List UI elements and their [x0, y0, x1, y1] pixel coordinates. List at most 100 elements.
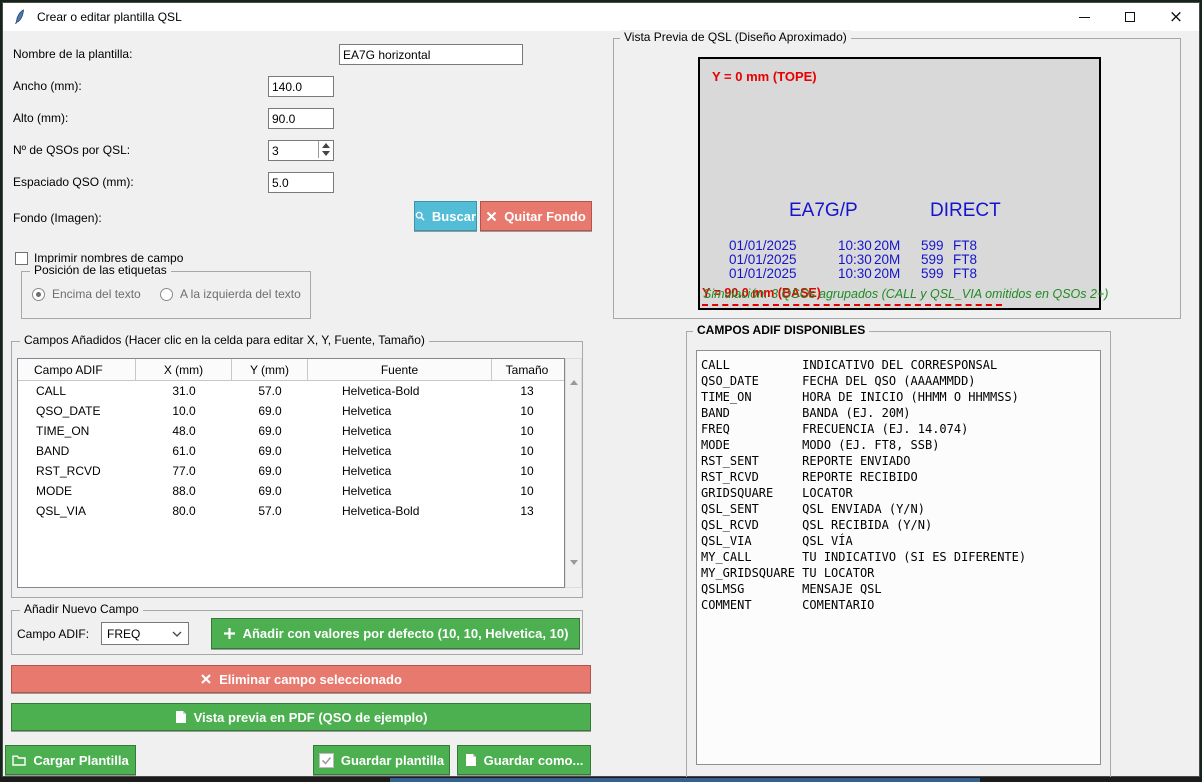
- add-default-values-button-label: Añadir con valores por defecto (10, 10, …: [243, 626, 569, 641]
- qsl-preview-canvas: Y = 0 mm (TOPE) EA7G/P DIRECT 01/01/2025…: [698, 57, 1101, 310]
- pdf-preview-button[interactable]: Vista previa en PDF (QSO de ejemplo): [11, 703, 591, 731]
- pdf-preview-button-label: Vista previa en PDF (QSO de ejemplo): [194, 710, 428, 725]
- load-template-button[interactable]: Cargar Plantilla: [5, 745, 136, 775]
- save-template-button-label: Guardar plantilla: [341, 753, 444, 768]
- qso-band: 20M: [874, 266, 900, 281]
- list-item[interactable]: FREQ FRECUENCIA (EJ. 14.074): [701, 421, 1096, 437]
- template-name-input[interactable]: [339, 44, 523, 65]
- check-square-icon: [319, 753, 334, 768]
- table-row[interactable]: TIME_ON48.069.0Helvetica10: [18, 421, 564, 441]
- qsl-preview-group-label: Vista Previa de QSL (Diseño Aproximado): [620, 30, 851, 44]
- added-fields-group-label: Campos Añadidos (Hacer clic en la celda …: [20, 333, 429, 347]
- delete-selected-field-button[interactable]: Eliminar campo seleccionado: [11, 665, 591, 693]
- list-item[interactable]: MY_CALL TU INDICATIVO (SI ES DIFERENTE): [701, 549, 1096, 565]
- buscar-button[interactable]: Buscar: [414, 201, 477, 231]
- scroll-down-button[interactable]: [570, 565, 578, 583]
- list-item[interactable]: BAND BANDA (EJ. 20M): [701, 405, 1096, 421]
- minimize-button[interactable]: [1061, 3, 1107, 31]
- add-default-values-button[interactable]: Añadir con valores por defecto (10, 10, …: [211, 618, 580, 649]
- qso-date: 01/01/2025: [729, 252, 797, 267]
- qso-date: 01/01/2025: [729, 266, 797, 281]
- folder-icon: [12, 754, 26, 766]
- titlebar[interactable]: Crear o editar plantilla QSL ×: [3, 3, 1199, 31]
- quitar-fondo-button-label: Quitar Fondo: [504, 209, 586, 224]
- list-item[interactable]: RST_SENT REPORTE ENVIADO: [701, 453, 1096, 469]
- delete-selected-field-button-label: Eliminar campo seleccionado: [219, 672, 402, 687]
- list-item[interactable]: QSLMSG MENSAJE QSL: [701, 581, 1096, 597]
- table-row[interactable]: QSO_DATE10.069.0Helvetica10: [18, 401, 564, 421]
- spin-up-button[interactable]: [319, 141, 333, 150]
- qso-rst: 599: [921, 266, 944, 281]
- table-row[interactable]: RST_RCVD77.069.0Helvetica10: [18, 461, 564, 481]
- radio-above-text-label: Encima del texto: [52, 287, 141, 301]
- qso-mode: FT8: [953, 266, 977, 281]
- width-label: Ancho (mm):: [13, 79, 82, 93]
- list-item[interactable]: MODE MODO (EJ. FT8, SSB): [701, 437, 1096, 453]
- window-title: Crear o editar plantilla QSL: [37, 10, 182, 24]
- combo-adif-label: Campo ADIF:: [17, 627, 89, 641]
- list-item[interactable]: COMMENT COMENTARIO: [701, 597, 1096, 613]
- buscar-button-label: Buscar: [432, 209, 476, 224]
- qso-spacing-input[interactable]: [268, 172, 334, 193]
- top-margin-marker: Y = 0 mm (TOPE): [712, 69, 817, 84]
- added-fields-table[interactable]: Campo ADIF X (mm) Y (mm) Fuente Tamaño C…: [17, 358, 565, 588]
- x-icon: [200, 673, 212, 685]
- close-button[interactable]: ×: [1153, 3, 1199, 31]
- scroll-down-icon: [570, 560, 578, 582]
- table-row[interactable]: QSL_VIA80.057.0Helvetica-Bold13: [18, 501, 564, 521]
- table-header-row[interactable]: Campo ADIF X (mm) Y (mm) Fuente Tamaño: [18, 359, 564, 381]
- print-field-names-checkbox[interactable]: [15, 252, 28, 265]
- column-header-size[interactable]: Tamaño: [492, 359, 562, 380]
- table-row[interactable]: MODE88.069.0Helvetica10: [18, 481, 564, 501]
- quitar-fondo-button[interactable]: Quitar Fondo: [480, 201, 592, 231]
- list-item[interactable]: QSL_VIA QSL VÍA: [701, 533, 1096, 549]
- spin-down-button[interactable]: [319, 150, 333, 159]
- save-as-button[interactable]: Guardar como...: [457, 745, 591, 775]
- width-input[interactable]: [268, 76, 334, 97]
- list-item[interactable]: TIME_ON HORA DE INICIO (HHMM O HHMMSS): [701, 389, 1096, 405]
- list-item[interactable]: CALL INDICATIVO DEL CORRESPONSAL: [701, 357, 1096, 373]
- column-header-field[interactable]: Campo ADIF: [18, 359, 136, 380]
- list-item[interactable]: MY_GRIDSQUARE TU LOCATOR: [701, 565, 1096, 581]
- load-template-button-label: Cargar Plantilla: [33, 753, 128, 768]
- table-row[interactable]: BAND61.069.0Helvetica10: [18, 441, 564, 461]
- list-item[interactable]: QSL_SENT QSL ENVIADA (Y/N): [701, 501, 1096, 517]
- minimize-icon: [1079, 17, 1090, 18]
- qsos-spinbox[interactable]: [268, 140, 334, 161]
- save-template-button[interactable]: Guardar plantilla: [313, 745, 450, 775]
- column-header-y[interactable]: Y (mm): [232, 359, 308, 380]
- qso-time: 10:30: [838, 238, 872, 253]
- list-item[interactable]: GRIDSQUARE LOCATOR: [701, 485, 1096, 501]
- app-window: Crear o editar plantilla QSL × Nombre de…: [2, 2, 1200, 777]
- column-header-font[interactable]: Fuente: [308, 359, 492, 380]
- qso-rst: 599: [921, 238, 944, 253]
- maximize-button[interactable]: [1107, 3, 1153, 31]
- desktop-edge: [0, 777, 1202, 782]
- preview-qslvia-text: DIRECT: [930, 200, 1001, 222]
- column-header-x[interactable]: X (mm): [136, 359, 232, 380]
- app-feather-icon[interactable]: [12, 9, 28, 25]
- height-input[interactable]: [268, 108, 334, 129]
- list-item[interactable]: QSO_DATE FECHA DEL QSO (AAAAMMDD): [701, 373, 1096, 389]
- adif-field-combobox[interactable]: FREQ: [101, 622, 189, 645]
- qso-band: 20M: [874, 252, 900, 267]
- spin-down-icon: [322, 151, 330, 156]
- document-icon: [175, 710, 187, 724]
- simulation-note: Simulación: 3 QSOs agrupados (CALL y QSL…: [703, 287, 1108, 301]
- qso-time: 10:30: [838, 252, 872, 267]
- radio-left-of-text-label: A la izquierda del texto: [180, 287, 301, 301]
- label-position-group-label: Posición de las etiquetas: [30, 263, 171, 277]
- plus-icon: [223, 627, 236, 640]
- table-row[interactable]: CALL31.057.0Helvetica-Bold13: [18, 381, 564, 401]
- adif-fields-listbox[interactable]: CALL INDICATIVO DEL CORRESPONSAL QSO_DAT…: [696, 350, 1101, 765]
- qso-spacing-label: Espaciado QSO (mm):: [13, 175, 134, 189]
- list-item[interactable]: QSL_RCVD QSL RECIBIDA (Y/N): [701, 517, 1096, 533]
- radio-left-of-text[interactable]: [160, 288, 173, 301]
- table-scrollbar[interactable]: [565, 358, 582, 588]
- scroll-up-button[interactable]: [570, 363, 578, 381]
- bottom-dashed-line: [702, 304, 1002, 306]
- list-item[interactable]: RST_RCVD REPORTE RECIBIDO: [701, 469, 1096, 485]
- height-label: Alto (mm):: [13, 111, 68, 125]
- radio-above-text[interactable]: [32, 288, 45, 301]
- label-position-group: Posición de las etiquetas Encima del tex…: [21, 271, 311, 319]
